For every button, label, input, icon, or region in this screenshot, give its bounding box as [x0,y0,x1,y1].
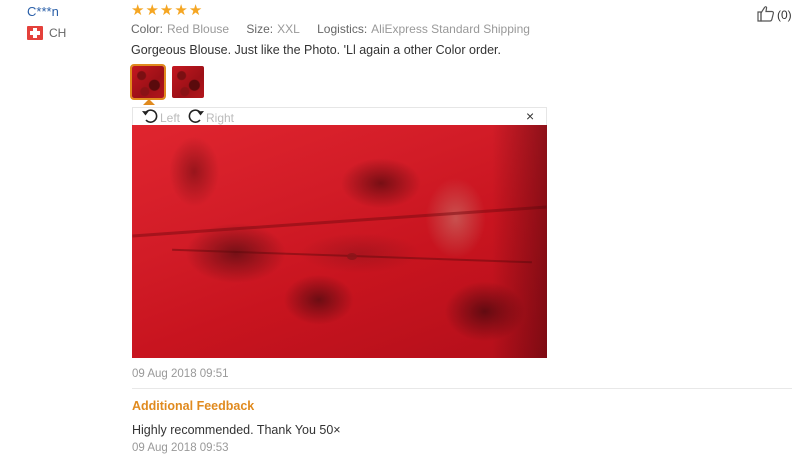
review-text: Gorgeous Blouse. Just like the Photo. 'L… [131,43,501,57]
rotate-left-label: Left [160,110,181,125]
swiss-flag-icon [27,26,43,40]
divider [132,388,792,389]
rating-stars: ★ ★ ★ ★ ★ [131,3,202,19]
additional-feedback-title: Additional Feedback [132,399,255,413]
rotate-right-label: Right [206,110,235,125]
star-icon: ★ [188,2,203,19]
review-photo [132,125,547,358]
star-icon: ★ [174,2,188,19]
helpful-button[interactable]: (0) [757,5,792,25]
color-value: Red Blouse [167,22,230,36]
selected-thumbnail-pointer [143,99,155,105]
order-info: Color: Red Blouse Size: XXL Logistics: AliE… [131,22,544,36]
size-label: Size: [246,22,274,36]
logistics-label: Logistics: [317,22,368,36]
star-icon: ★ [159,2,174,19]
close-viewer-button[interactable]: × [526,109,534,123]
helpful-count: (0) [777,8,792,22]
logistics-value: AliExpress Standard Shipping [371,22,530,36]
color-label: Color: [131,22,164,36]
review-date: 09 Aug 2018 09:51 [132,368,229,380]
additional-feedback-date: 09 Aug 2018 09:53 [132,442,229,454]
additional-feedback-text: Highly recommended. Thank You 50× [132,423,341,437]
star-icon: ★ [145,2,159,19]
thumbs-up-icon [757,5,775,25]
photo-thumbnail[interactable] [172,66,204,98]
country-code: CH [49,26,67,40]
photo-thumbnail[interactable] [130,64,166,100]
reviewer-name[interactable]: C***n [27,4,59,19]
reviewer-country: CH [27,26,66,40]
size-value: XXL [277,22,300,36]
star-icon: ★ [131,2,145,19]
